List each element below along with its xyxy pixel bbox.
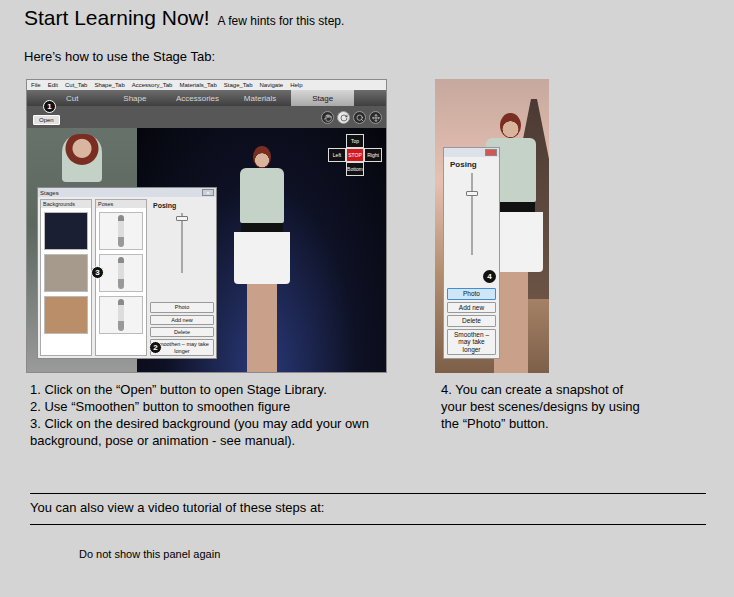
pose-thumbnail[interactable] (99, 212, 143, 250)
step-text: 1. Click on the “Open” button to open St… (30, 381, 376, 398)
right-column: Posing 4 Photo Add new Delete Smoothen – may … (435, 79, 685, 449)
poses-list: Poses (95, 199, 147, 356)
step-text: 4. You can create a snapshot of your bes… (435, 381, 640, 432)
posing-controls: PosingPhotoAdd newDeleteSmoothen – may t… (150, 199, 214, 356)
intro-text: Here’s how to use the Stage Tab: (24, 49, 734, 65)
pose-figure (118, 257, 124, 289)
panel-title-bar (444, 148, 499, 157)
nav-stop[interactable]: STOP (346, 148, 364, 162)
menu-item[interactable]: Stage_Tab (224, 80, 253, 90)
zoom-icon (356, 114, 364, 122)
left-column: File Edit Cut_Tab Shape_Tab Accessory_Tab Mat… (26, 79, 387, 449)
close-button[interactable] (485, 149, 497, 156)
tab[interactable]: Shape (104, 90, 167, 106)
panel-button[interactable]: Delete (150, 327, 214, 337)
title: Start Learning Now! (24, 6, 210, 30)
photo-example: Posing 4 Photo Add new Delete Smoothen – may … (435, 79, 549, 373)
pose-thumbnail[interactable] (99, 296, 143, 334)
figure-skirt (234, 232, 290, 284)
slider-knob[interactable] (466, 191, 478, 196)
tool-button[interactable] (369, 111, 382, 124)
menu-item[interactable]: Materials_Tab (179, 80, 216, 90)
panel-button[interactable]: Photo (150, 302, 214, 312)
pose-thumbnail[interactable] (99, 254, 143, 292)
rotate-icon (340, 114, 348, 122)
backgrounds-list: Backgrounds (40, 199, 92, 356)
panel-button[interactable]: Photo (447, 288, 496, 299)
tab[interactable]: Stage (291, 90, 354, 106)
menu-item[interactable]: Edit (48, 80, 58, 90)
open-button[interactable]: Open (33, 115, 60, 125)
step-marker: 4 (483, 270, 496, 283)
panel-button[interactable]: Add new (150, 315, 214, 325)
model-figure (234, 146, 290, 372)
tool-group (321, 111, 382, 125)
panel-button[interactable]: Delete (447, 315, 496, 326)
steps-list: 1. Click on the “Open” button to open St… (26, 381, 376, 449)
header: Start Learning Now! A few hints for this … (24, 6, 734, 33)
posing-slider[interactable] (471, 173, 473, 255)
content: File Edit Cut_Tab Shape_Tab Accessory_Tab Mat… (24, 79, 734, 449)
nav-left[interactable]: Left (328, 148, 346, 162)
step-text: 3. Click on the desired background (you … (30, 415, 376, 449)
nav-right[interactable]: Right (364, 148, 382, 162)
figure-legs (247, 284, 277, 372)
view-navigator: TopLeftSTOPRightBottom (328, 134, 382, 176)
video-tutorial: You can also view a video tutorial of th… (30, 493, 706, 525)
column-header: Backgrounds (41, 200, 91, 208)
menu-item[interactable]: File (31, 80, 41, 90)
nav-top[interactable]: Top (346, 134, 364, 148)
posing-slider[interactable] (181, 213, 183, 273)
figure-torso (240, 168, 284, 223)
hand-icon (324, 114, 332, 122)
dialog-body: Backgrounds Poses Posing Photo Add new Delete… (38, 197, 216, 358)
tool-button[interactable] (337, 111, 350, 124)
menu-item[interactable]: Shape_Tab (94, 80, 124, 90)
avatar-image (62, 134, 102, 182)
background-thumbnail[interactable] (44, 296, 88, 334)
tool-button[interactable] (353, 111, 366, 124)
subtitle: A few hints for this step. (218, 9, 345, 33)
panel-button[interactable]: Add new (447, 302, 496, 313)
toolbar: Open (27, 106, 386, 128)
tool-button[interactable] (321, 111, 334, 124)
figure-head (253, 146, 271, 168)
posing-label: Posing (447, 160, 496, 169)
menu-bar: File Edit Cut_Tab Shape_Tab Accessory_Tab Mat… (27, 80, 386, 90)
close-button[interactable]: × (202, 189, 214, 196)
figure-belt (241, 223, 283, 232)
app-screenshot: File Edit Cut_Tab Shape_Tab Accessory_Tab Mat… (26, 79, 387, 373)
stages-dialog: Stages × Backgrounds Poses Posing Photo Add ne… (37, 187, 217, 359)
video-text: You can also view a video tutorial of th… (30, 500, 324, 515)
hints-panel: Start Learning Now! A few hints for this … (0, 0, 734, 597)
button-stack: 4 Photo Add new Delete Smoothen – may take l… (447, 270, 496, 355)
posing-panel: Posing 4 Photo Add new Delete Smoothen – may … (443, 147, 500, 359)
dialog-title-bar: Stages × (38, 188, 216, 197)
tab[interactable]: Accessories (166, 90, 229, 106)
menu-item[interactable]: Navigate (260, 80, 284, 90)
step-marker: 3 (91, 266, 104, 279)
dialog-title: Stages (40, 190, 59, 196)
figure-head (500, 113, 521, 138)
tab-bar: CutShapeAccessoriesMaterialsStage (27, 90, 386, 106)
menu-item[interactable]: Cut_Tab (65, 80, 87, 90)
posing-label: Posing (150, 202, 214, 209)
tab[interactable]: Materials (229, 90, 292, 106)
move-icon (372, 114, 380, 122)
step-marker: 1 (43, 100, 56, 113)
background-thumbnail[interactable] (44, 254, 88, 292)
menu-item[interactable]: Accessory_Tab (132, 80, 173, 90)
step-text: 2. Use “Smoothen” button to smoothen fig… (30, 398, 376, 415)
nav-bottom[interactable]: Bottom (346, 162, 364, 176)
pose-figure (118, 215, 124, 247)
pose-figure (118, 299, 124, 331)
slider-knob[interactable] (176, 216, 188, 221)
step-marker: 2 (149, 341, 162, 354)
menu-item[interactable]: Help (290, 80, 302, 90)
column-header: Poses (96, 200, 146, 208)
background-thumbnail[interactable] (44, 212, 88, 250)
panel-button[interactable]: Smoothen – may take longer (447, 329, 496, 355)
dont-show-option[interactable]: Do not show this panel again (79, 547, 734, 561)
